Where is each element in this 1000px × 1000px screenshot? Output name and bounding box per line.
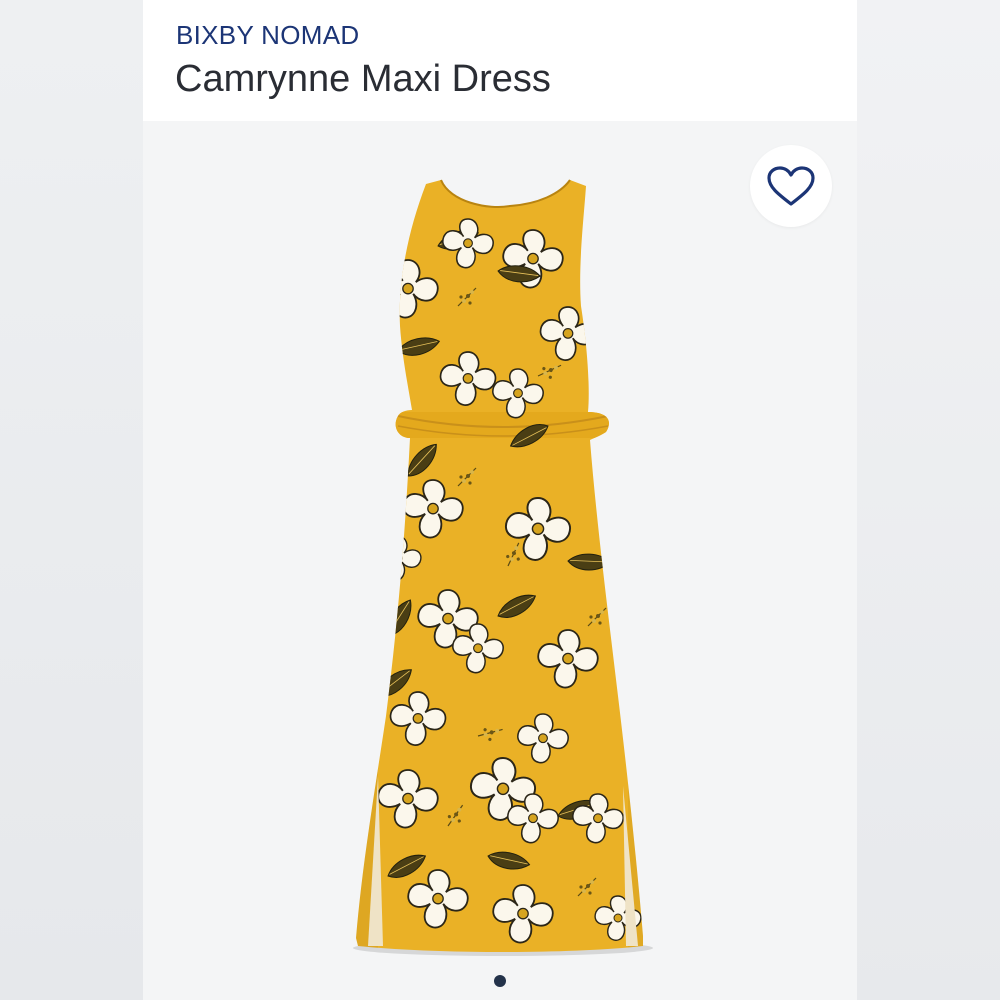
product-screen: BIXBY NOMAD Camrynne Maxi Dress	[0, 0, 1000, 1000]
product-title: Camrynne Maxi Dress	[175, 58, 551, 100]
right-backdrop	[857, 0, 1000, 1000]
favorite-button[interactable]	[750, 145, 832, 227]
heart-outline-icon	[767, 166, 815, 206]
carousel-pagination	[143, 975, 857, 987]
product-image-carousel[interactable]	[143, 121, 857, 1000]
carousel-dot-active[interactable]	[494, 975, 506, 987]
left-backdrop	[0, 0, 143, 1000]
product-header: BIXBY NOMAD Camrynne Maxi Dress	[143, 0, 857, 121]
product-image	[353, 179, 653, 956]
brand-name[interactable]: BIXBY NOMAD	[176, 20, 359, 51]
product-card: BIXBY NOMAD Camrynne Maxi Dress	[143, 0, 857, 1000]
